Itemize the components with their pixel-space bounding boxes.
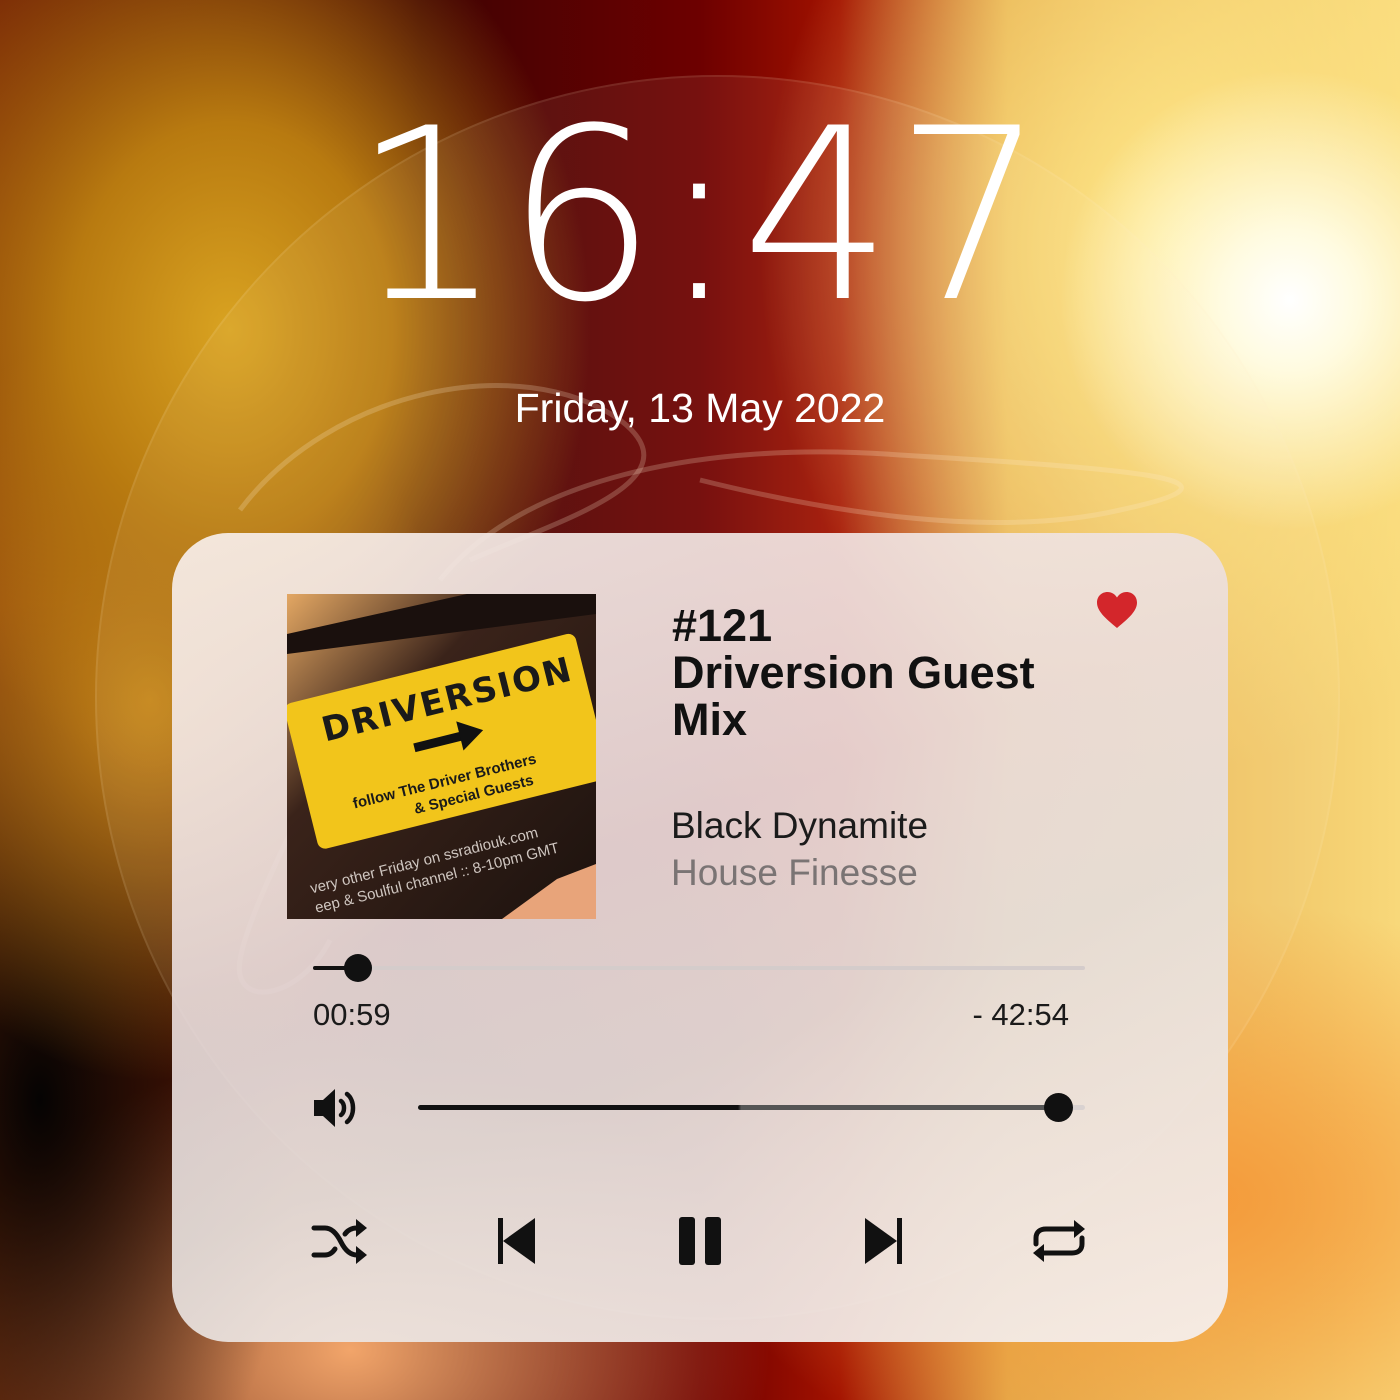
album-cover-art: DRIVERSION follow The Driver Brothers & … <box>287 594 596 919</box>
previous-icon <box>498 1218 535 1264</box>
progress-bar[interactable] <box>313 954 1085 982</box>
next-button[interactable] <box>860 1213 910 1269</box>
lockscreen-clock: 16:47 <box>352 78 1048 355</box>
shuffle-button[interactable] <box>310 1213 370 1269</box>
pause-button[interactable] <box>675 1213 725 1269</box>
next-icon <box>865 1218 902 1264</box>
lockscreen-date: Friday, 13 May 2022 <box>514 385 886 431</box>
now-playing-card: DRIVERSION follow The Driver Brothers & … <box>172 533 1228 1342</box>
repeat-icon <box>1033 1220 1085 1262</box>
elapsed-time: 00:59 <box>313 997 391 1032</box>
volume-slider-fill <box>418 1105 1059 1110</box>
heart-icon[interactable] <box>1097 592 1137 630</box>
volume-slider[interactable] <box>418 1093 1085 1122</box>
shuffle-icon <box>311 1219 367 1264</box>
album-name[interactable]: House Finesse <box>671 854 918 891</box>
track-title: Driversion Guest Mix <box>672 647 1035 745</box>
volume-icon[interactable] <box>312 1083 362 1133</box>
pause-icon <box>679 1217 721 1265</box>
repeat-button[interactable] <box>1028 1213 1090 1269</box>
remaining-time: - 42:54 <box>972 997 1069 1032</box>
previous-button[interactable] <box>490 1213 540 1269</box>
artist-name[interactable]: Black Dynamite <box>671 807 928 844</box>
album-cover[interactable]: DRIVERSION follow The Driver Brothers & … <box>287 594 596 919</box>
track-number: #121 <box>672 600 773 651</box>
volume-slider-thumb[interactable] <box>1044 1093 1074 1122</box>
progress-bar-thumb[interactable] <box>343 954 372 982</box>
